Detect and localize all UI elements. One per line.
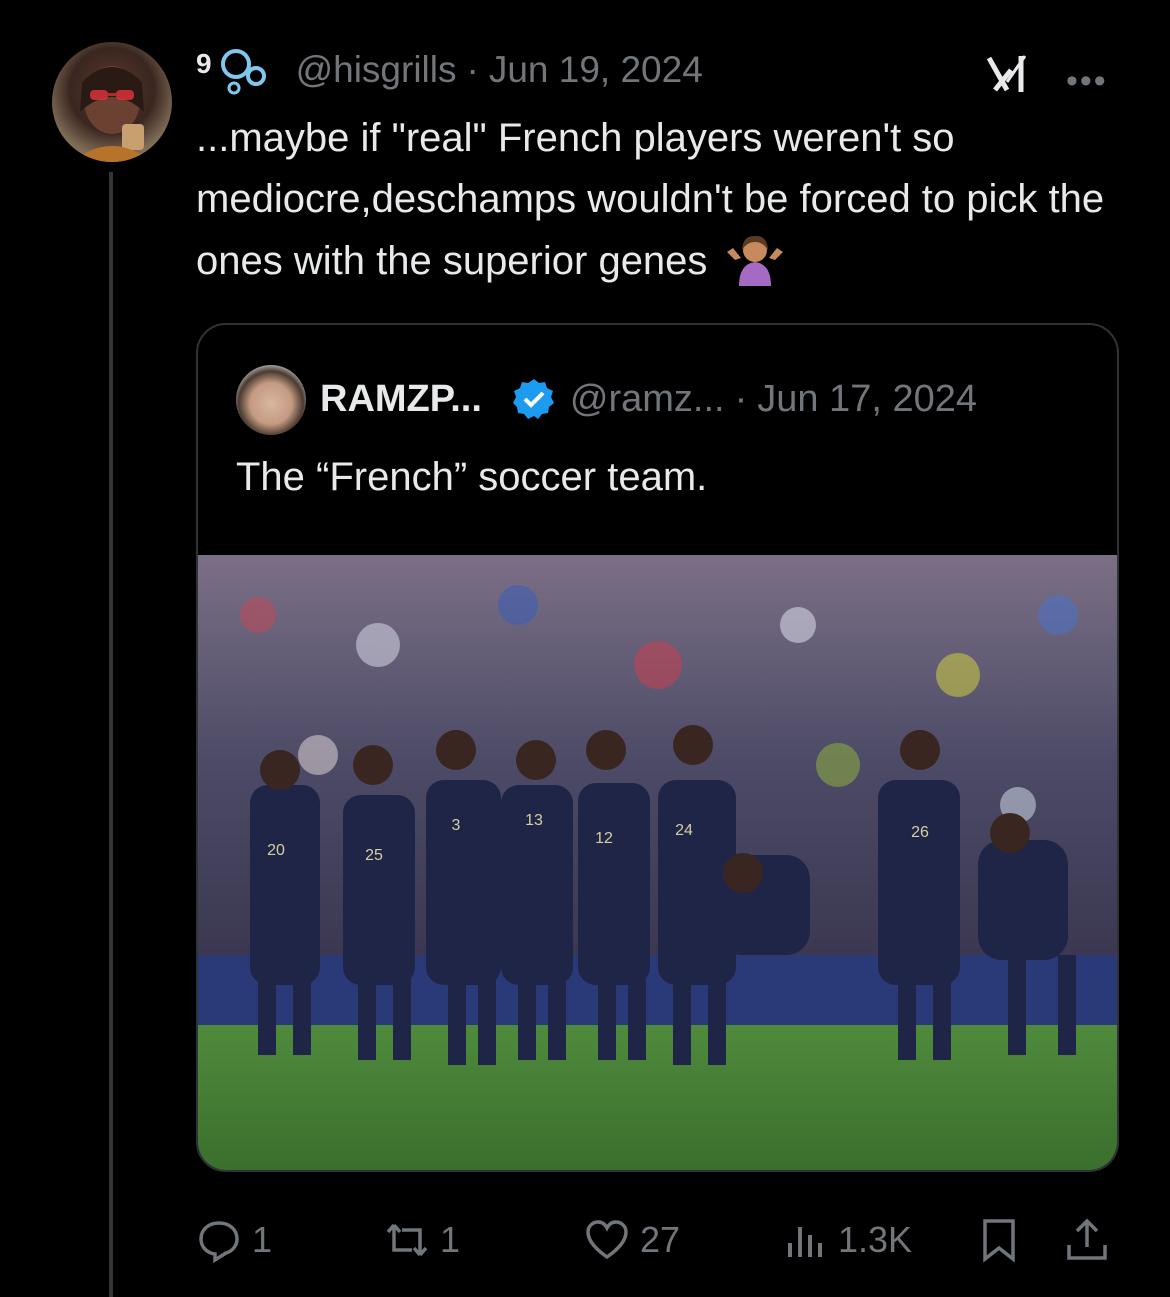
- reply-count: 1: [252, 1219, 273, 1260]
- like-count: 27: [640, 1219, 681, 1260]
- thread-line: [109, 172, 113, 1297]
- jersey-number: 25: [365, 847, 383, 864]
- tweet-header: 9 @hisgrills · Jun 19, 2024: [196, 44, 703, 96]
- quoted-header: RAMZP... @ramz... · Jun 17, 2024: [320, 369, 977, 429]
- views-count: 1.3K: [838, 1219, 913, 1260]
- retweet-button[interactable]: 1: [384, 1212, 460, 1268]
- grok-icon[interactable]: [985, 52, 1035, 96]
- action-bar: 1 1 27 1.3K: [196, 1212, 1116, 1268]
- retweet-count: 1: [440, 1219, 461, 1260]
- quoted-display-name[interactable]: RAMZP...: [320, 378, 482, 421]
- tweet-body: ...maybe if "real" French players weren'…: [196, 116, 1105, 283]
- views-button[interactable]: 1.3K: [782, 1212, 912, 1268]
- display-name[interactable]: 9: [196, 48, 212, 80]
- bookmark-icon: [983, 1219, 1015, 1263]
- jersey-number: 12: [595, 830, 613, 847]
- heart-icon: [586, 1220, 628, 1260]
- quoted-date[interactable]: Jun 17, 2024: [757, 378, 977, 421]
- bubbles-emoji-icon: [220, 49, 266, 95]
- separator-dot: ·: [734, 377, 748, 420]
- jersey-number: 3: [452, 817, 461, 834]
- share-button[interactable]: [1064, 1212, 1120, 1268]
- separator-dot: ·: [466, 49, 479, 90]
- jersey-number: 13: [525, 812, 543, 829]
- reply-icon: [199, 1221, 239, 1263]
- reply-button[interactable]: 1: [196, 1212, 272, 1268]
- bookmark-button[interactable]: [976, 1212, 1032, 1268]
- tweet-date[interactable]: Jun 19, 2024: [489, 49, 703, 91]
- tweet-text: ...maybe if "real" French players weren'…: [196, 108, 1126, 292]
- quoted-text: The “French” soccer team.: [236, 455, 708, 499]
- more-options-icon[interactable]: •••: [1066, 62, 1108, 101]
- jersey-number: 24: [675, 822, 693, 839]
- quoted-tweet[interactable]: RAMZP... @ramz... · Jun 17, 2024 The “Fr…: [196, 323, 1119, 1172]
- like-button[interactable]: 27: [584, 1212, 680, 1268]
- verified-badge-icon: [512, 379, 554, 419]
- views-icon: [788, 1227, 822, 1257]
- quoted-handle[interactable]: @ramz...: [570, 378, 725, 421]
- user-handle[interactable]: @hisgrills: [296, 49, 457, 91]
- user-avatar[interactable]: [52, 42, 172, 162]
- jersey-number: 20: [267, 842, 285, 859]
- woman-shrugging-icon: [726, 235, 783, 286]
- quoted-avatar[interactable]: [236, 365, 306, 435]
- share-icon: [1067, 1218, 1107, 1260]
- team-photo[interactable]: 20 25 3 13 12 24 26: [198, 555, 1117, 1170]
- jersey-number: 26: [911, 824, 929, 841]
- retweet-icon: [386, 1223, 428, 1257]
